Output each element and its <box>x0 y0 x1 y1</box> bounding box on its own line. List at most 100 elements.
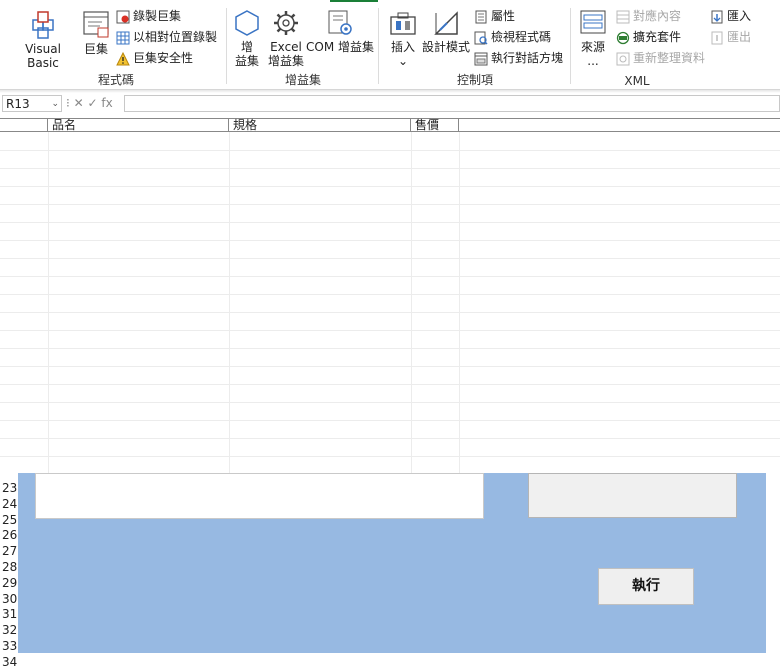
addins-label-2: 益集 <box>234 54 259 68</box>
map-properties-label: 對應內容 <box>633 9 682 23</box>
row-number[interactable]: 25 <box>0 513 18 527</box>
expansion-packs-button[interactable]: 擴充套件 <box>616 28 681 46</box>
import-icon <box>711 10 723 23</box>
group-divider <box>570 8 571 84</box>
run-dialog-button[interactable]: 執行對話方塊 <box>474 49 563 67</box>
code-group: Visual Basic 巨集 錄製巨集 以相對位置錄製 巨集安全性 程式碼 <box>6 4 226 88</box>
row-number[interactable]: 31 <box>0 607 18 621</box>
grid-row-line <box>0 384 780 385</box>
export-button[interactable]: 匯出 <box>710 28 751 46</box>
view-code-button[interactable]: 檢視程式碼 <box>474 28 551 46</box>
properties-label: 屬性 <box>491 9 516 23</box>
visual-basic-icon <box>32 11 54 39</box>
design-mode-label: 設計模式 <box>422 40 471 54</box>
macros-button[interactable]: 巨集 <box>78 8 114 56</box>
record-macro-label: 錄製巨集 <box>133 9 182 23</box>
expansion-packs-label: 擴充套件 <box>633 30 682 44</box>
chevron-down-icon: ⌄ <box>397 54 409 68</box>
macro-security-label: 巨集安全性 <box>133 51 194 65</box>
visual-basic-label: Visual Basic <box>25 42 61 70</box>
row-number[interactable]: 30 <box>0 592 18 606</box>
macro-security-button[interactable]: 巨集安全性 <box>116 49 193 67</box>
xml-source-icon <box>580 10 606 34</box>
addins-label-1: 增 <box>240 40 253 54</box>
addins-button[interactable]: 增 益集 <box>232 8 262 68</box>
row-number[interactable]: 33 <box>0 639 18 653</box>
header-product-name[interactable]: 品名 <box>48 119 229 132</box>
grid-col-line <box>411 132 412 473</box>
export-label: 匯出 <box>727 30 752 44</box>
sheet-grid[interactable]: 品名 規格 售價 <box>0 118 780 473</box>
form-top-button[interactable] <box>528 473 737 518</box>
grid-row-line <box>0 438 780 439</box>
design-mode-icon <box>434 11 458 35</box>
grid-row-line <box>0 276 780 277</box>
group-divider <box>378 8 379 84</box>
addins-icon <box>235 10 259 36</box>
map-properties-button[interactable]: 對應內容 <box>616 7 681 25</box>
grid-row-line <box>0 186 780 187</box>
record-macro-button[interactable]: 錄製巨集 <box>116 7 181 25</box>
export-icon <box>711 31 723 44</box>
excel-addins-label-1: Excel <box>270 40 302 54</box>
formula-bar: R13 ⌄ ⁝ ✕ ✓ fx <box>0 93 780 115</box>
row-number[interactable]: 27 <box>0 544 18 558</box>
relative-refs-icon <box>116 31 130 44</box>
visual-basic-button[interactable]: Visual Basic <box>8 8 78 70</box>
grid-col-line <box>48 132 49 473</box>
excel-addins-button[interactable]: Excel 增益集 <box>266 8 306 68</box>
controls-group: 插入 ⌄ 設計模式 屬性 檢視程式碼 執行對話方塊 控制項 <box>380 4 570 88</box>
view-code-icon <box>474 31 488 45</box>
name-box-value: R13 <box>6 97 30 111</box>
macros-label: 巨集 <box>83 42 108 56</box>
import-label: 匯入 <box>727 9 752 23</box>
ribbon: Visual Basic 巨集 錄製巨集 以相對位置錄製 巨集安全性 程式碼 增… <box>0 0 780 90</box>
xml-group: 來源 ... 對應內容 擴充套件 重新整理資料 匯入 匯出 XML <box>572 4 762 88</box>
insert-label: 插入 <box>390 40 415 54</box>
properties-button[interactable]: 屬性 <box>474 7 515 25</box>
formula-controls[interactable]: ⁝ ✕ ✓ fx <box>66 96 122 112</box>
form-list-box[interactable] <box>35 473 484 519</box>
view-code-label: 檢視程式碼 <box>491 30 552 44</box>
row-number[interactable]: 23 <box>0 481 18 495</box>
refresh-data-button[interactable]: 重新整理資料 <box>616 49 705 67</box>
corner-cell[interactable] <box>0 119 48 132</box>
xml-source-button[interactable]: 來源 ... <box>574 8 612 68</box>
com-addins-icon <box>328 10 352 35</box>
toolbox-icon <box>390 12 416 35</box>
header-spec[interactable]: 規格 <box>229 119 411 132</box>
row-number[interactable]: 34 <box>0 655 18 669</box>
row-header-column: 23 24 25 26 27 28 29 30 31 32 33 34 <box>0 473 18 669</box>
row-number[interactable]: 24 <box>0 497 18 511</box>
chevron-down-icon[interactable]: ⌄ <box>51 96 59 113</box>
bottom-edge <box>18 653 766 661</box>
grid-row-line <box>0 348 780 349</box>
grid-row-line <box>0 294 780 295</box>
formula-input[interactable] <box>124 95 780 112</box>
grid-row-line <box>0 150 780 151</box>
excel-addins-label-2: 增益集 <box>267 54 304 68</box>
run-button[interactable]: 執行 <box>598 568 694 605</box>
import-button[interactable]: 匯入 <box>710 7 751 25</box>
header-price[interactable]: 售價 <box>411 119 459 132</box>
macros-icon <box>83 11 109 38</box>
insert-control-button[interactable]: 插入 ⌄ <box>384 8 422 68</box>
name-box[interactable]: R13 ⌄ <box>2 95 62 112</box>
com-addins-button[interactable]: COM 增益集 <box>306 8 374 54</box>
relative-refs-button[interactable]: 以相對位置錄製 <box>116 28 217 46</box>
record-macro-icon <box>116 10 130 23</box>
code-group-label: 程式碼 <box>97 73 134 87</box>
grid-row-line <box>0 366 780 367</box>
row-number[interactable]: 26 <box>0 528 18 542</box>
row-number[interactable]: 32 <box>0 623 18 637</box>
row-number[interactable]: 29 <box>0 576 18 590</box>
grid-row-line <box>0 204 780 205</box>
row-number[interactable]: 28 <box>0 560 18 574</box>
table-header-row: 品名 規格 售價 <box>0 118 780 132</box>
refresh-data-label: 重新整理資料 <box>633 51 706 65</box>
design-mode-button[interactable]: 設計模式 <box>422 8 470 54</box>
com-addins-label: COM 增益集 <box>306 40 374 54</box>
grid-row-line <box>0 168 780 169</box>
group-divider <box>226 8 227 84</box>
xml-source-label-1: 來源 <box>580 40 605 54</box>
